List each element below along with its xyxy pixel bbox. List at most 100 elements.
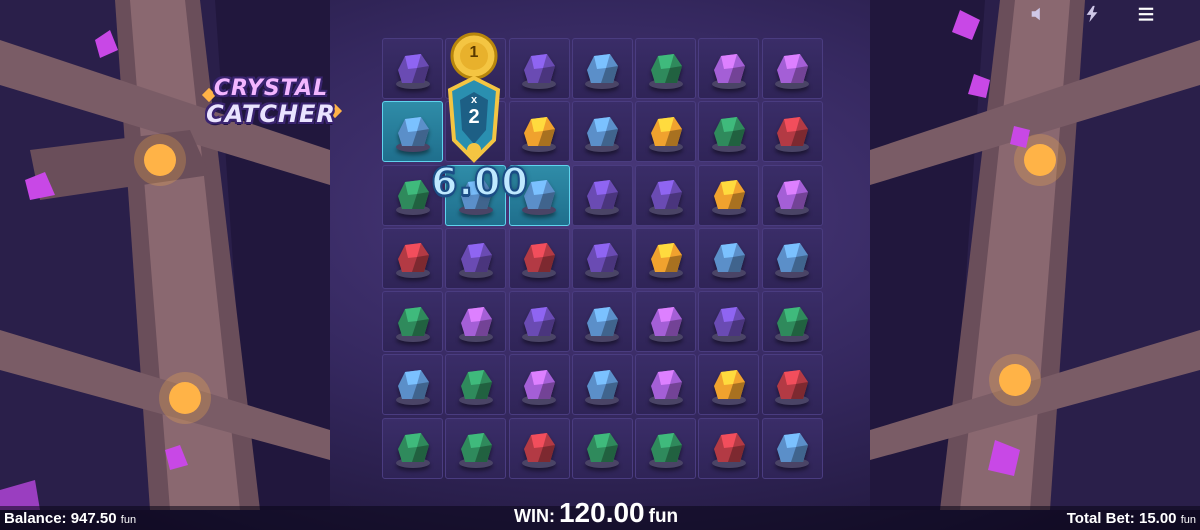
grid-cell [698,417,760,479]
grid-cell [761,38,823,99]
grid-cell [508,354,570,416]
win-label: WIN: [514,506,555,526]
speaker-icon[interactable] [1028,4,1048,24]
grid-cell [508,417,570,479]
catcher-top-label: 1 [469,44,479,61]
grid-cell [508,38,570,99]
grid-cell [635,227,697,289]
menu-icon[interactable] [1136,4,1156,24]
game-logo: CRYSTAL CATCHER [196,70,346,136]
purple-gem-icon [648,180,683,216]
lightning-icon[interactable] [1082,4,1102,24]
grid-cell [508,101,570,163]
cell-win-amount: 6.00 [430,159,529,205]
red-gem-icon [711,433,746,469]
red-gem-icon [775,116,810,152]
grid-cell [382,101,443,163]
total-bet-unit: fun [1180,514,1196,526]
grid-cell [445,227,507,289]
green-gem-icon [648,53,683,89]
purple-gem-icon [395,53,430,89]
grid-cell [382,291,443,353]
pink-gem-icon [648,306,683,342]
mine-wall-right [870,0,1200,510]
grid-cell [571,101,633,163]
green-gem-icon [711,116,746,152]
green-gem-icon [458,433,493,469]
blue-gem-icon [395,369,430,405]
grid-cell [571,164,633,226]
green-gem-icon [648,433,683,469]
red-gem-icon [522,433,557,469]
grid-cell [698,227,760,289]
grid-cell [698,164,760,226]
grid-cell [698,354,760,416]
orange-gem-icon [711,180,746,216]
purple-gem-icon [585,180,620,216]
pink-gem-icon [522,369,557,405]
pink-gem-icon [458,306,493,342]
green-gem-icon [395,433,430,469]
purple-gem-icon [522,306,557,342]
grid-cell [382,417,443,479]
grid-cell [635,354,697,416]
orange-gem-icon [648,116,683,152]
green-gem-icon [458,369,493,405]
grid-cell [635,164,697,226]
grid-cell [508,227,570,289]
catcher-multiplier-symbol: x [470,94,478,106]
purple-gem-icon [458,243,493,279]
blue-gem-icon [395,116,430,152]
grid-cell [445,417,507,479]
grid-cell [698,291,760,353]
blue-gem-icon [711,243,746,279]
grid-cell [382,38,443,99]
balance-display: Balance: 947.50 fun [4,510,136,527]
grid-cell [571,354,633,416]
top-toolbar [1028,4,1156,24]
balance-unit: fun [120,514,137,526]
grid-cell [635,101,697,163]
purple-gem-icon [585,243,620,279]
logo-line-1: CRYSTAL [213,76,329,101]
total-bet-display: Total Bet: 15.00 fun [1067,510,1196,527]
blue-gem-icon [585,369,620,405]
blue-gem-icon [775,243,810,279]
grid-cell [382,354,443,416]
blue-gem-icon [775,433,810,469]
catcher-multiplier-value: 2 [468,106,480,128]
pink-gem-icon [648,369,683,405]
grid-cell [445,291,507,353]
grid-cell [445,354,507,416]
balance-value: 947.50 [70,510,117,527]
purple-gem-icon [711,306,746,342]
orange-gem-icon [648,243,683,279]
pink-gem-icon [775,53,810,89]
grid-cell [508,291,570,353]
win-value: 120.00 [558,497,645,528]
pink-gem-icon [775,180,810,216]
grid-cell [571,38,633,99]
win-unit: fun [648,506,679,527]
blue-gem-icon [585,306,620,342]
green-gem-icon [775,306,810,342]
red-gem-icon [775,369,810,405]
grid-cell [571,227,633,289]
blue-gem-icon [585,116,620,152]
orange-gem-icon [522,116,557,152]
grid-cell [382,227,443,289]
grid-cell [761,101,823,163]
total-bet-value: 15.00 [1138,510,1177,527]
grid-cell [571,291,633,353]
grid-cell [761,227,823,289]
purple-gem-icon [522,53,557,89]
balance-label: Balance: [4,510,67,527]
win-display: WIN: 120.00 fun [514,497,678,529]
grid-cell [698,38,760,99]
total-bet-label: Total Bet: [1066,510,1135,527]
catcher-symbol: 1 x 2 [440,30,508,170]
logo-line-2: CATCHER [206,100,336,128]
grid-cell [698,101,760,163]
green-gem-icon [585,433,620,469]
grid-cell [761,417,823,479]
